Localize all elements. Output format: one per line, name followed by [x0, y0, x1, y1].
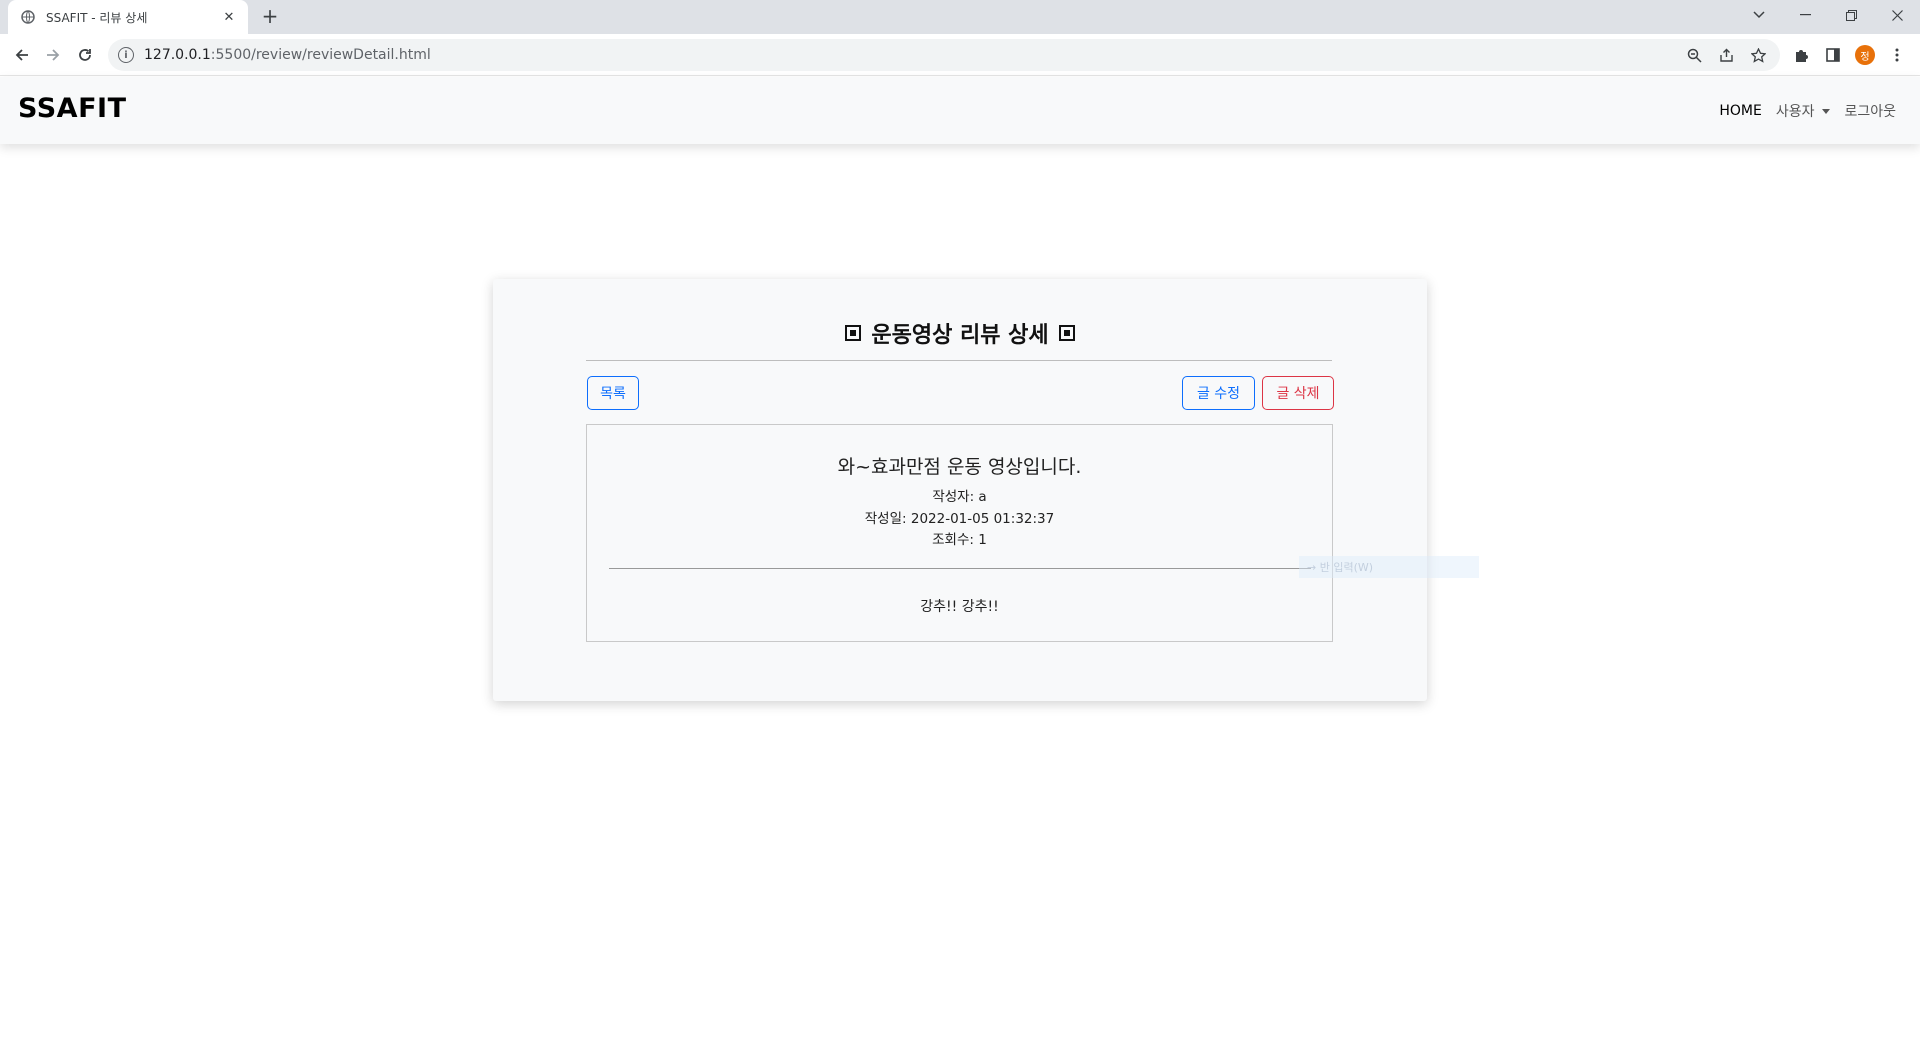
- info-icon[interactable]: i: [118, 47, 134, 63]
- nav-user-label: 사용자: [1775, 104, 1815, 120]
- extensions-puzzle-icon[interactable]: [1789, 43, 1813, 67]
- globe-icon: [20, 9, 36, 25]
- forward-arrow-icon[interactable]: [41, 43, 65, 67]
- url-path: :5500/review/reviewDetail.html: [210, 47, 431, 63]
- new-tab-button[interactable]: +: [258, 5, 282, 29]
- edit-button[interactable]: 글 수정: [1182, 376, 1255, 410]
- nav-home-link[interactable]: HOME: [1719, 103, 1761, 119]
- ghost-tooltip: → 반 입력(W): [1299, 556, 1479, 578]
- review-detail-box: 와~효과만점 운동 영상입니다. 작성자: a 작성일: 2022-01-05 …: [586, 424, 1333, 642]
- review-date: 작성일: 2022-01-05 01:32:37: [864, 511, 1055, 527]
- nav-logout-link[interactable]: 로그아웃: [1844, 101, 1896, 121]
- page-title-text: 운동영상 리뷰 상세: [871, 323, 1049, 348]
- title-divider: [586, 360, 1332, 361]
- review-views: 조회수: 1: [932, 532, 987, 548]
- profile-initial: 정: [1855, 45, 1875, 65]
- profile-avatar[interactable]: 정: [1853, 43, 1877, 67]
- browser-tab[interactable]: SSAFIT - 리뷰 상세 ✕: [8, 0, 248, 34]
- page-title: 운동영상 리뷰 상세: [493, 317, 1427, 349]
- url-host: 127.0.0.1: [144, 47, 211, 63]
- square-bullet-icon: [1058, 325, 1075, 341]
- browser-toolbar: i 127.0.0.1:5500/review/reviewDetail.htm…: [0, 34, 1920, 76]
- address-bar[interactable]: i 127.0.0.1:5500/review/reviewDetail.htm…: [108, 39, 1780, 71]
- review-author: 작성자: a: [932, 489, 987, 505]
- minimize-icon[interactable]: [1782, 0, 1828, 30]
- more-menu-icon[interactable]: [1885, 43, 1909, 67]
- zoom-icon[interactable]: [1683, 44, 1705, 66]
- nav-user-dropdown[interactable]: 사용자: [1776, 101, 1831, 121]
- review-content: 강추!! 강추!!: [920, 599, 999, 615]
- brand-logo[interactable]: SSAFIT: [18, 93, 126, 124]
- back-arrow-icon[interactable]: [10, 43, 34, 67]
- tab-close-icon[interactable]: ✕: [220, 8, 238, 26]
- delete-button[interactable]: 글 삭제: [1262, 376, 1334, 410]
- review-detail-card: 운동영상 리뷰 상세 목록 글 수정 글 삭제 와~효과만점 운동 영상입니다.…: [493, 279, 1427, 701]
- close-window-icon[interactable]: [1874, 0, 1920, 30]
- content-divider: [609, 568, 1311, 569]
- nav-links: HOME 사용자 로그아웃: [1719, 101, 1896, 121]
- list-button[interactable]: 목록: [587, 376, 639, 410]
- reload-icon[interactable]: [73, 43, 97, 67]
- review-title: 와~효과만점 운동 영상입니다.: [837, 456, 1082, 478]
- tab-title: SSAFIT - 리뷰 상세: [46, 10, 148, 25]
- share-icon[interactable]: [1715, 44, 1737, 66]
- site-navbar: SSAFIT HOME 사용자 로그아웃: [0, 77, 1920, 144]
- bookmark-star-icon[interactable]: [1747, 44, 1769, 66]
- side-panel-icon[interactable]: [1821, 43, 1845, 67]
- tab-search-icon[interactable]: [1736, 0, 1782, 30]
- square-bullet-icon: [845, 325, 862, 341]
- restore-icon[interactable]: [1828, 0, 1874, 30]
- browser-tabstrip: SSAFIT - 리뷰 상세 ✕ +: [0, 0, 1920, 34]
- caret-down-icon: [1822, 108, 1831, 114]
